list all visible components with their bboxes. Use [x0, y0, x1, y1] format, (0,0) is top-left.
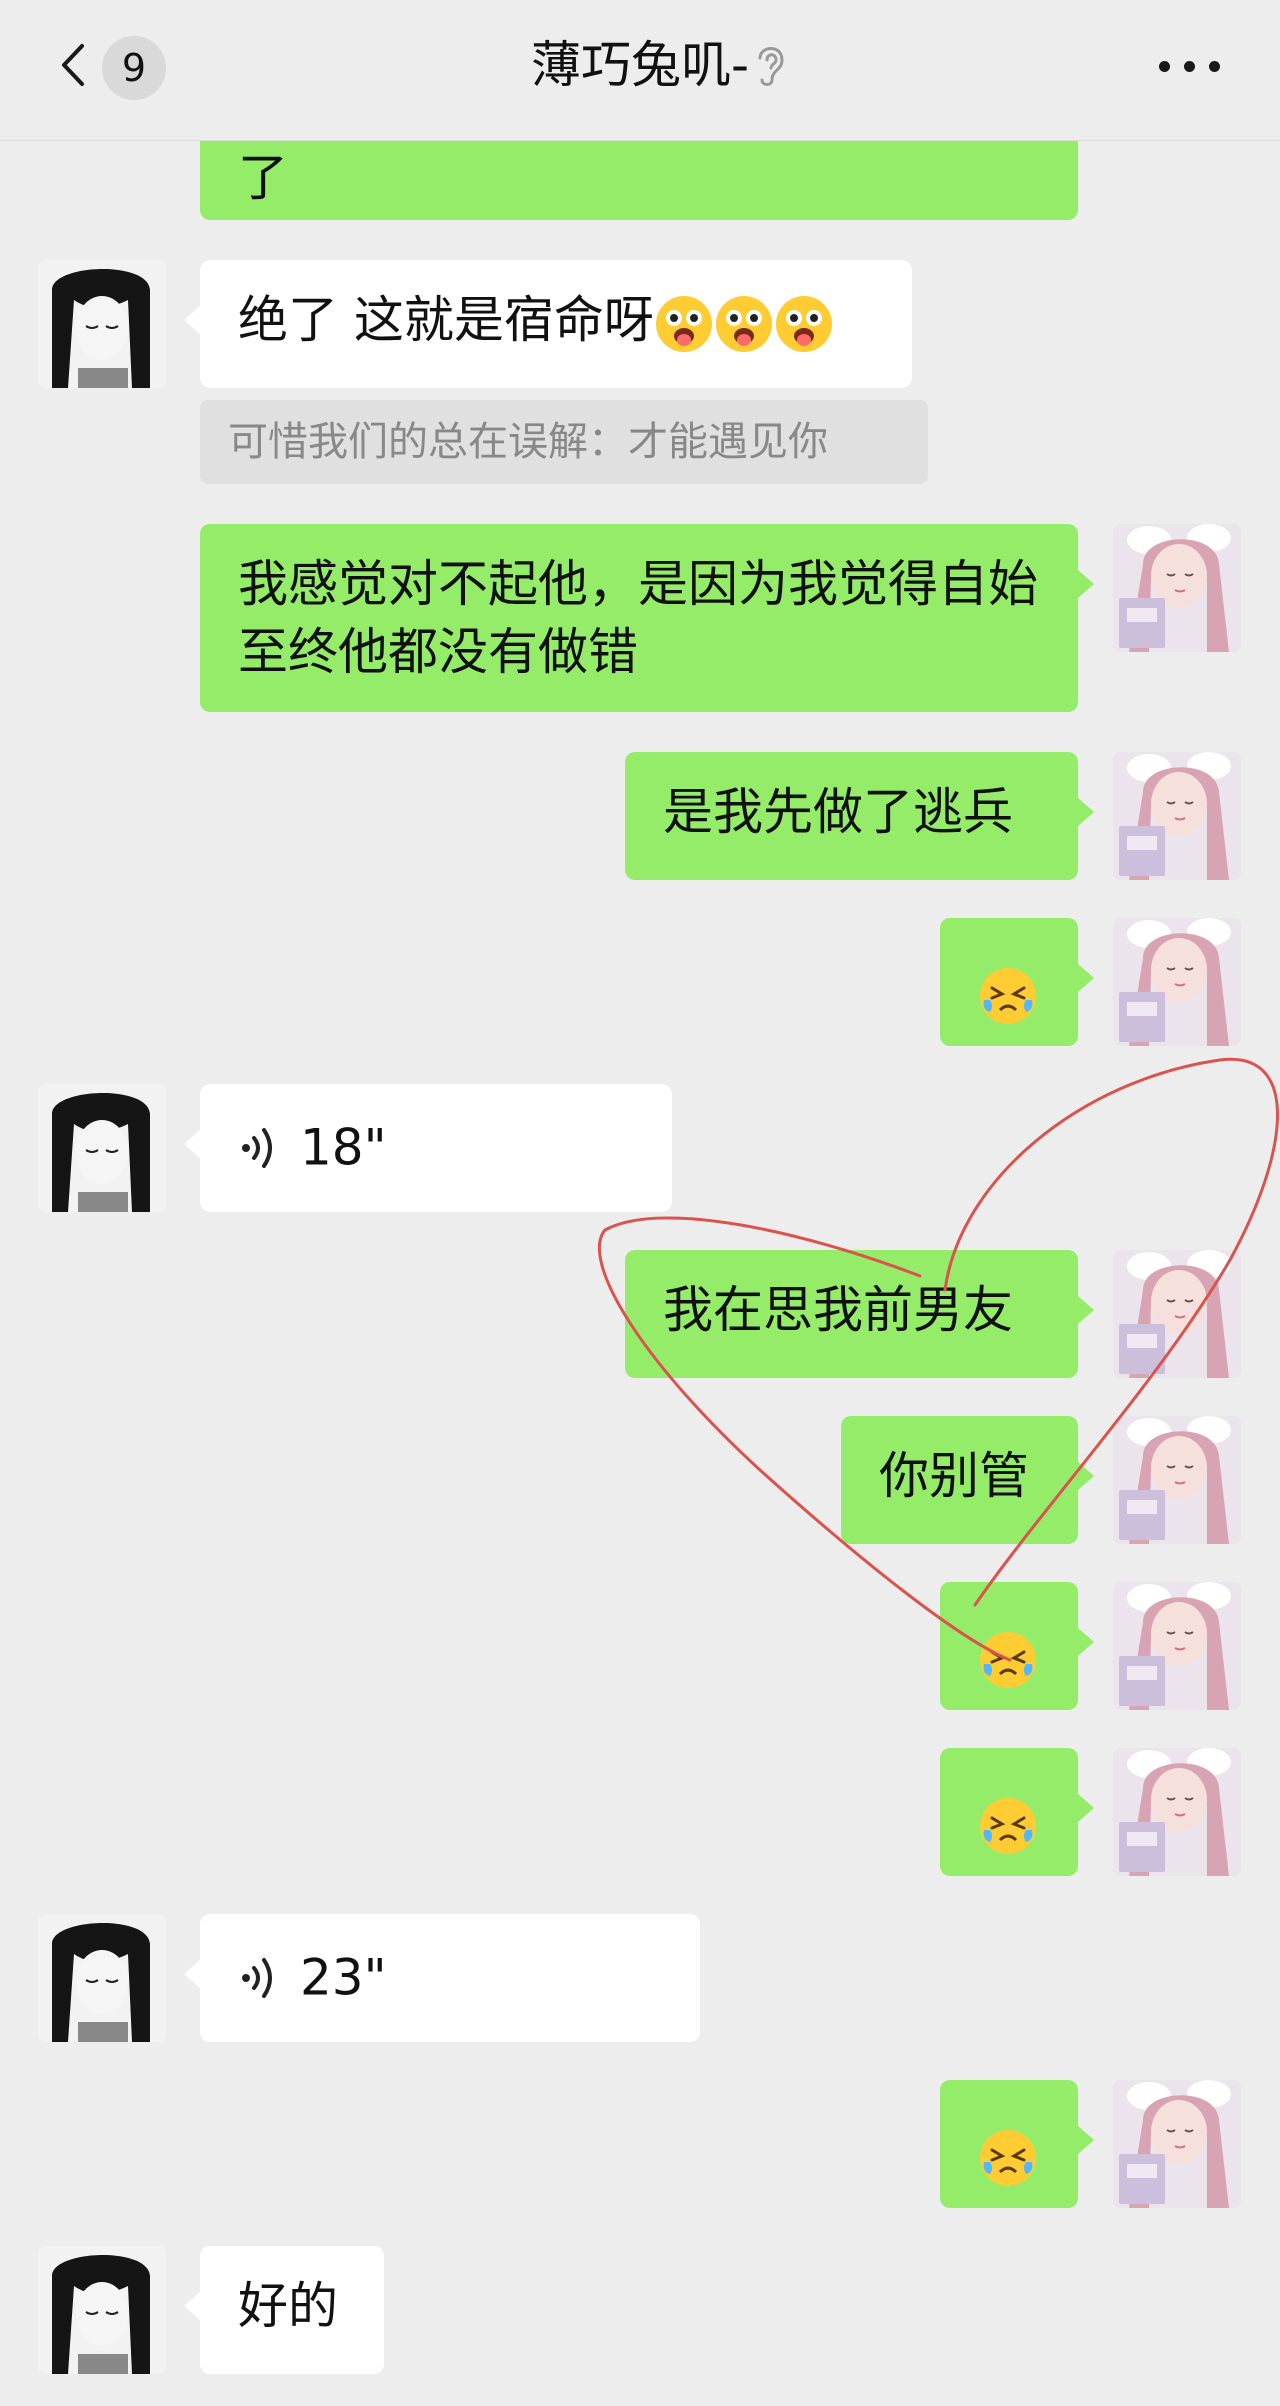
my-avatar[interactable]	[1113, 524, 1241, 652]
contact-avatar[interactable]	[38, 1084, 166, 1212]
received-message-bubble[interactable]: 好的	[184, 2246, 384, 2374]
contact-avatar[interactable]	[38, 2246, 166, 2374]
quote-text: 可惜我们的总在误解：才能遇见你	[228, 419, 828, 465]
received-message-bubble[interactable]: 绝了 这就是宿命呀	[184, 260, 912, 388]
avatar-image	[1113, 918, 1241, 1046]
tongue-out-emoji-icon	[655, 295, 712, 352]
voice-wave-icon	[242, 1127, 272, 1168]
more-options-button[interactable]	[1155, 45, 1225, 85]
top-bar: 9 薄巧兔叽-	[0, 0, 1280, 141]
tongue-out-emoji-icon	[715, 295, 772, 352]
voice-duration: 23"	[300, 1948, 387, 2007]
tongue-out-emoji-icon	[775, 295, 832, 352]
voice-message-bubble[interactable]: 18"	[184, 1084, 672, 1212]
my-avatar[interactable]	[1113, 1582, 1241, 1710]
sent-emoji-bubble[interactable]	[940, 2080, 1094, 2208]
unread-count-badge: 9	[102, 36, 166, 100]
avatar-image	[1113, 752, 1241, 880]
ear-icon	[758, 47, 784, 86]
sent-message-bubble[interactable]: 了	[200, 140, 1078, 220]
avatar-image	[38, 2246, 166, 2374]
quoted-message[interactable]: 可惜我们的总在误解：才能遇见你	[200, 400, 928, 484]
back-button[interactable]: 9	[40, 30, 170, 110]
avatar-image	[1113, 2080, 1241, 2208]
contact-avatar[interactable]	[38, 1914, 166, 2042]
my-avatar[interactable]	[1113, 1748, 1241, 1876]
message-text: 绝了 这就是宿命呀	[238, 291, 654, 349]
crying-face-emoji-icon	[980, 1631, 1036, 1688]
sent-emoji-bubble[interactable]	[940, 1748, 1094, 1876]
avatar-image	[1113, 1748, 1241, 1876]
voice-message-bubble[interactable]: 23"	[184, 1914, 700, 2042]
chevron-left-icon	[62, 44, 84, 86]
voice-wave-icon	[242, 1957, 272, 1998]
message-text: 我感觉对不起他，是因为我觉得自始至终他都没有做错	[238, 555, 1038, 681]
sent-message-bubble[interactable]: 我在思我前男友	[625, 1250, 1094, 1378]
crying-face-emoji-icon	[980, 1797, 1036, 1854]
sent-message-bubble[interactable]: 你别管	[841, 1416, 1094, 1544]
message-text: 是我先做了逃兵	[663, 783, 1013, 841]
message-text: 你别管	[879, 1447, 1029, 1505]
my-avatar[interactable]	[1113, 918, 1241, 1046]
crying-face-emoji-icon	[980, 2129, 1036, 2186]
sent-emoji-bubble[interactable]	[940, 1582, 1094, 1710]
my-avatar[interactable]	[1113, 752, 1241, 880]
message-text: 好的	[238, 2277, 338, 2335]
my-avatar[interactable]	[1113, 2080, 1241, 2208]
avatar-image	[1113, 1250, 1241, 1378]
sent-message-bubble[interactable]: 我感觉对不起他，是因为我觉得自始至终他都没有做错	[200, 524, 1094, 712]
voice-duration: 18"	[300, 1118, 387, 1177]
avatar-image	[38, 1084, 166, 1212]
message-text: 了	[238, 149, 288, 207]
message-list[interactable]: 了 绝了 这就是宿命呀 可惜我们的总在误解：才能遇见你 我感觉对不起他，是因为我…	[0, 140, 1280, 2406]
avatar-image	[1113, 524, 1241, 652]
my-avatar[interactable]	[1113, 1416, 1241, 1544]
crying-face-emoji-icon	[980, 967, 1036, 1024]
message-text: 我在思我前男友	[663, 1281, 1013, 1339]
avatar-image	[38, 1914, 166, 2042]
sent-emoji-bubble[interactable]	[940, 918, 1094, 1046]
avatar-image	[1113, 1416, 1241, 1544]
sent-message-bubble[interactable]: 是我先做了逃兵	[625, 752, 1094, 880]
avatar-image	[1113, 1582, 1241, 1710]
my-avatar[interactable]	[1113, 1250, 1241, 1378]
contact-avatar[interactable]	[38, 260, 166, 388]
